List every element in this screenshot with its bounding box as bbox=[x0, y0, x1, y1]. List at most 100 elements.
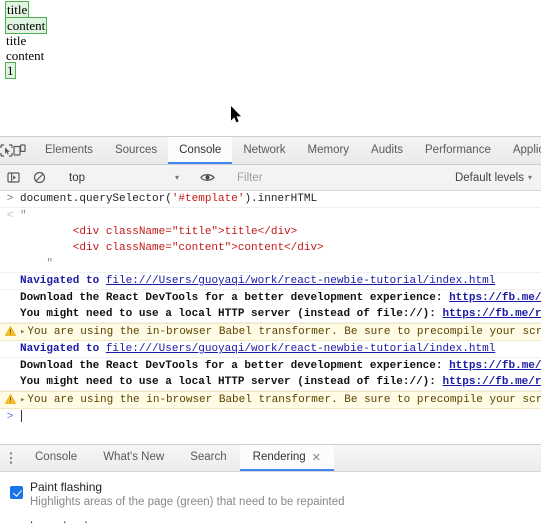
tab-sources[interactable]: Sources bbox=[104, 137, 168, 164]
info-message-1: Download the React DevTools for a better… bbox=[20, 292, 450, 304]
result-chevron-icon: < bbox=[6, 210, 14, 222]
paint-flashing-checkbox[interactable] bbox=[10, 486, 23, 499]
device-toolbar-icon[interactable] bbox=[13, 137, 26, 164]
info-link-1[interactable]: https://fb.me/react-devtools bbox=[449, 292, 541, 304]
warning-triangle-icon bbox=[0, 393, 20, 404]
console-prompt-row[interactable]: > bbox=[0, 409, 541, 426]
console-navigated-row: Navigated to file:///Users/guoyaqi/work/… bbox=[0, 341, 541, 358]
info-link-4[interactable]: https://fb.me/react-devtools-fa bbox=[442, 376, 541, 388]
chevron-down-icon: ▾ bbox=[174, 173, 179, 182]
tab-memory[interactable]: Memory bbox=[297, 137, 361, 164]
console-levels-label: Default levels bbox=[454, 171, 524, 184]
paint-flashing-title: Paint flashing bbox=[30, 480, 103, 494]
info-message-3: Download the React DevTools for a better… bbox=[20, 360, 450, 372]
drawer-tabbar: Console What's New Search Rendering ✕ bbox=[0, 445, 541, 472]
tab-network[interactable]: Network bbox=[232, 137, 296, 164]
tab-console[interactable]: Console bbox=[168, 137, 233, 164]
navigated-label: Navigated to bbox=[20, 275, 106, 287]
info-text: Download the React DevTools for a better… bbox=[20, 359, 541, 373]
tab-application-label: Application bbox=[512, 143, 541, 156]
prompt-chevron-icon: > bbox=[6, 411, 14, 423]
drawer-tab-console-label: Console bbox=[35, 451, 78, 463]
console-prompt-input[interactable] bbox=[20, 410, 541, 425]
tab-sources-label: Sources bbox=[114, 143, 158, 156]
console-message-list[interactable]: > document.querySelector('#template').in… bbox=[0, 191, 541, 444]
navigated-link[interactable]: file:///Users/guoyaqi/work/react-newbie-… bbox=[106, 275, 495, 287]
drawer-tab-rendering[interactable]: Rendering ✕ bbox=[239, 445, 334, 471]
execution-context-value: top bbox=[69, 171, 85, 184]
tab-console-label: Console bbox=[179, 143, 222, 156]
console-levels-select[interactable]: Default levels ▾ bbox=[449, 172, 541, 184]
drawer-tab-rendering-label: Rendering bbox=[252, 451, 306, 463]
info-link-3[interactable]: https://fb.me/react-devtools bbox=[449, 360, 541, 372]
drawer-tab-console[interactable]: Console bbox=[22, 445, 90, 471]
result-open-quote: " bbox=[20, 210, 27, 222]
devtools-drawer: Console What's New Search Rendering ✕ Pa… bbox=[0, 444, 541, 523]
console-result-line: <div className="content">content</div> bbox=[0, 240, 541, 256]
expand-arrow-icon[interactable]: ▸ bbox=[20, 327, 25, 337]
console-filter-input[interactable] bbox=[229, 171, 449, 184]
info-text: Download the React DevTools for a better… bbox=[20, 291, 541, 305]
tab-audits[interactable]: Audits bbox=[360, 137, 414, 164]
navigated-text: Navigated to file:///Users/guoyaqi/work/… bbox=[20, 342, 541, 356]
console-warning-row[interactable]: ▸ You are using the in-browser Babel tran… bbox=[0, 323, 541, 341]
drawer-tab-search-label: Search bbox=[190, 451, 227, 463]
console-filter-toolbar: top ▾ Default levels ▾ bbox=[0, 165, 541, 191]
result-html-line-2: <div className="content">content</div> bbox=[20, 242, 324, 254]
chevron-down-icon: ▾ bbox=[527, 173, 532, 182]
input-seg-3: ).innerHTML bbox=[244, 193, 318, 205]
drawer-menu-icon[interactable] bbox=[0, 445, 22, 471]
drawer-tab-whats-new-label: What's New bbox=[103, 451, 165, 463]
tab-performance[interactable]: Performance bbox=[414, 137, 502, 164]
drawer-tab-whats-new[interactable]: What's New bbox=[90, 445, 177, 471]
warning-message-1: You are using the in-browser Babel trans… bbox=[27, 326, 541, 338]
input-seg-1: document.querySelector( bbox=[20, 193, 172, 205]
paint-flashing-description: Highlights areas of the page (green) tha… bbox=[30, 496, 345, 508]
drawer-tab-search[interactable]: Search bbox=[177, 445, 239, 471]
navigated-link[interactable]: file:///Users/guoyaqi/work/react-newbie-… bbox=[106, 343, 495, 355]
warning-message-2: You are using the in-browser Babel trans… bbox=[27, 394, 541, 406]
paint-flashing-texts: Paint flashing Highlights areas of the p… bbox=[30, 480, 345, 510]
console-warning-row[interactable]: ▸ You are using the in-browser Babel tran… bbox=[0, 391, 541, 409]
rendering-settings-panel: Paint flashing Highlights areas of the p… bbox=[0, 472, 541, 523]
devtools-main-tabbar: Elements Sources Console Network Memory … bbox=[0, 137, 541, 165]
text-caret bbox=[21, 410, 22, 422]
page-viewport: title content title content 1 bbox=[0, 0, 541, 136]
page-line-content-1: content bbox=[5, 17, 48, 34]
page-line-title-2: title bbox=[6, 33, 27, 48]
page-line-content-2: content bbox=[6, 48, 45, 63]
page-line-counter: 1 bbox=[5, 62, 16, 79]
console-input-row: > document.querySelector('#template').in… bbox=[0, 191, 541, 208]
console-sidebar-icon[interactable] bbox=[0, 171, 26, 184]
console-input-text: document.querySelector('#template').inne… bbox=[20, 192, 541, 206]
console-result-row: < " bbox=[0, 208, 541, 224]
layer-borders-texts: Layer borders bbox=[30, 519, 104, 523]
page-line-title-1: title bbox=[5, 1, 30, 18]
info-message-2: You might need to use a local HTTP serve… bbox=[20, 308, 443, 320]
close-icon[interactable]: ✕ bbox=[312, 451, 321, 464]
render-option-paint-flashing[interactable]: Paint flashing Highlights areas of the p… bbox=[10, 480, 541, 510]
expand-arrow-icon[interactable]: ▸ bbox=[20, 395, 25, 405]
tab-application[interactable]: Application bbox=[502, 137, 541, 164]
render-option-layer-borders[interactable]: Layer borders bbox=[10, 519, 541, 523]
result-html-line-1: <div className="title">title</div> bbox=[20, 226, 298, 238]
tab-network-label: Network bbox=[243, 143, 286, 156]
mouse-cursor bbox=[231, 106, 241, 123]
inspect-element-icon[interactable] bbox=[0, 137, 13, 164]
navigated-label: Navigated to bbox=[20, 343, 106, 355]
console-info-row: Download the React DevTools for a better… bbox=[0, 358, 541, 374]
tab-performance-label: Performance bbox=[425, 143, 491, 156]
prompt-chevron-icon: > bbox=[6, 193, 14, 205]
input-seg-selector: '#template' bbox=[171, 193, 245, 205]
execution-context-select[interactable]: top ▾ bbox=[61, 172, 185, 184]
console-result-line: " bbox=[0, 256, 541, 273]
clear-console-icon[interactable] bbox=[26, 171, 52, 184]
tab-memory-label: Memory bbox=[307, 143, 350, 156]
console-info-row: You might need to use a local HTTP serve… bbox=[0, 306, 541, 323]
layer-borders-title: Layer borders bbox=[30, 519, 104, 523]
tab-elements-label: Elements bbox=[45, 143, 93, 156]
info-link-2[interactable]: https://fb.me/react-devtools-fa bbox=[442, 308, 541, 320]
tab-elements[interactable]: Elements bbox=[34, 137, 104, 164]
warning-text: ▸ You are using the in-browser Babel tran… bbox=[20, 325, 541, 339]
live-expression-eye-icon[interactable] bbox=[194, 171, 220, 184]
